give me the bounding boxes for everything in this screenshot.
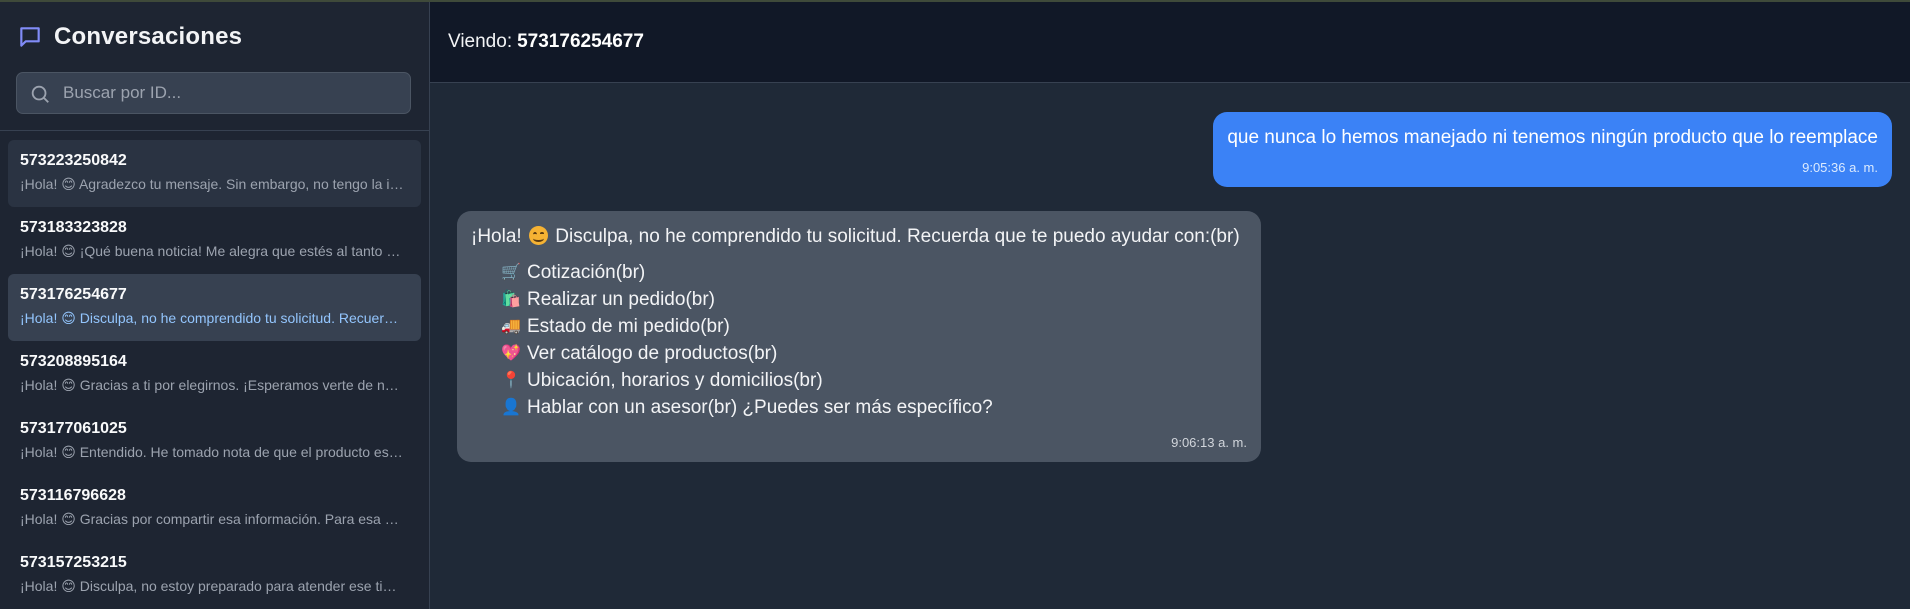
conversation-preview: ¡Hola! 😊 Gracias a ti por elegirnos. ¡Es… xyxy=(20,377,404,393)
option-label: Cotización(br) xyxy=(527,262,646,283)
conversation-item[interactable]: 573157253215 ¡Hola! 😊 Disculpa, no estoy… xyxy=(8,542,421,609)
option-label: Ver catálogo de productos(br) xyxy=(527,343,778,364)
search-box xyxy=(16,72,411,114)
outgoing-message: que nunca lo hemos manejado ni tenemos n… xyxy=(1213,112,1892,187)
search-icon xyxy=(29,83,51,105)
conversation-preview: ¡Hola! 😊 Disculpa, no estoy preparado pa… xyxy=(20,578,404,594)
options-list: 🛒 Cotización(br) 🛍️ Realizar un pedido(br)… xyxy=(471,259,1247,421)
search-input[interactable] xyxy=(17,73,410,113)
option-label: Estado de mi pedido(br) xyxy=(527,316,730,337)
conversation-preview: ¡Hola! 😊 ¡Qué buena noticia! Me alegra q… xyxy=(20,243,404,259)
conversation-id: 573157253215 xyxy=(20,554,127,571)
message-timestamp: 9:06:13 a. m. xyxy=(1171,435,1247,450)
shopping-bags-icon: 🛍️ xyxy=(501,291,521,308)
option-item: 📍 Ubicación, horarios y domicilios(br) xyxy=(500,367,1247,394)
conversation-id: 573176254677 xyxy=(20,286,127,303)
shopping-cart-icon: 🛒 xyxy=(501,264,521,281)
person-icon: 👤 xyxy=(501,399,521,416)
conversation-preview: ¡Hola! 😊 Agradezco tu mensaje. Sin embar… xyxy=(20,176,404,192)
viewing-label: Viendo: xyxy=(448,31,513,52)
conversation-item[interactable]: 573177061025 ¡Hola! 😊 Entendido. He toma… xyxy=(8,408,421,475)
conversation-id: 573177061025 xyxy=(20,420,127,437)
smiling-face-icon xyxy=(528,226,548,245)
option-item: 🛍️ Realizar un pedido(br) xyxy=(500,286,1247,313)
conversations-sidebar: Conversaciones 573223250842 ¡Hola! 😊 Agr… xyxy=(0,2,430,609)
chat-bubble-icon xyxy=(16,23,44,51)
message-intro-text: Disculpa, no he comprendido tu solicitud… xyxy=(555,226,1240,247)
option-item: 👤 Hablar con un asesor(br) ¿Puedes ser má… xyxy=(500,394,1247,421)
option-item: 🚚 Estado de mi pedido(br) xyxy=(500,313,1247,340)
chat-header: Viendo: 573176254677 xyxy=(430,2,1910,83)
conversation-preview: ¡Hola! 😊 Disculpa, no he comprendido tu … xyxy=(20,310,404,326)
viewing-conversation-id: 573176254677 xyxy=(517,31,644,52)
conversation-item[interactable]: 573116796628 ¡Hola! 😊 Gracias por compar… xyxy=(8,475,421,542)
sidebar-title: Conversaciones xyxy=(54,23,243,50)
chat-panel: Viendo: 573176254677 que nunca lo hemos … xyxy=(430,2,1910,609)
option-item: 💖 Ver catálogo de productos(br) xyxy=(500,340,1247,367)
conversation-item-active[interactable]: 573176254677 ¡Hola! 😊 Disculpa, no he co… xyxy=(8,274,421,341)
app-root: Conversaciones 573223250842 ¡Hola! 😊 Agr… xyxy=(0,2,1910,609)
conversation-id: 573208895164 xyxy=(20,353,127,370)
sidebar-title-row: Conversaciones xyxy=(16,2,413,72)
option-item: 🛒 Cotización(br) xyxy=(500,259,1247,286)
conversation-item[interactable]: 573223250842 ¡Hola! 😊 Agradezco tu mensa… xyxy=(8,140,421,207)
message-intro: ¡Hola! Disculpa, no he comprendido tu so… xyxy=(471,225,1247,249)
option-label: Hablar con un asesor(br) ¿Puedes ser más… xyxy=(527,397,993,418)
conversation-preview: ¡Hola! 😊 Gracias por compartir esa infor… xyxy=(20,511,404,527)
conversation-preview: ¡Hola! 😊 Entendido. He tomado nota de qu… xyxy=(20,444,404,460)
conversation-list: 573223250842 ¡Hola! 😊 Agradezco tu mensa… xyxy=(0,131,429,609)
option-label: Realizar un pedido(br) xyxy=(527,289,715,310)
conversation-item[interactable]: 573183323828 ¡Hola! 😊 ¡Qué buena noticia… xyxy=(8,207,421,274)
message-intro-greeting: ¡Hola! xyxy=(471,226,522,247)
message-timestamp: 9:05:36 a. m. xyxy=(1802,160,1878,175)
delivery-truck-icon: 🚚 xyxy=(501,318,521,335)
message-text: que nunca lo hemos manejado ni tenemos n… xyxy=(1227,127,1878,148)
incoming-message: ¡Hola! Disculpa, no he comprendido tu so… xyxy=(457,211,1261,462)
message-area[interactable]: que nunca lo hemos manejado ni tenemos n… xyxy=(430,83,1910,609)
conversation-id: 573183323828 xyxy=(20,219,127,236)
conversation-item[interactable]: 573208895164 ¡Hola! 😊 Gracias a ti por e… xyxy=(8,341,421,408)
option-label: Ubicación, horarios y domicilios(br) xyxy=(527,370,823,391)
location-pin-icon: 📍 xyxy=(501,372,521,389)
conversation-id: 573223250842 xyxy=(20,152,127,169)
sidebar-header: Conversaciones xyxy=(0,2,429,131)
heart-icon: 💖 xyxy=(501,345,521,362)
conversation-id: 573116796628 xyxy=(20,487,126,504)
